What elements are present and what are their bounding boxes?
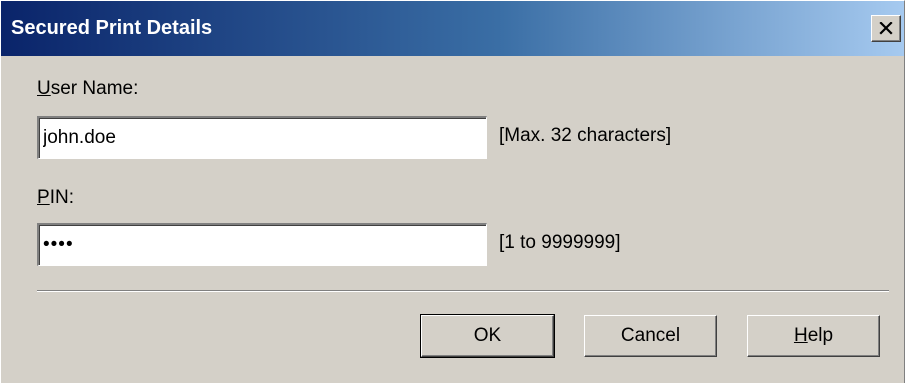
pin-field-frame (37, 223, 487, 266)
close-button[interactable] (871, 15, 901, 42)
ok-button[interactable]: OK (420, 314, 555, 358)
help-button[interactable]: Help (747, 315, 880, 357)
pin-hint: [1 to 9999999] (499, 232, 621, 253)
pin-input[interactable] (39, 225, 486, 265)
help-button-text: elp (807, 325, 834, 346)
user-name-hint: [Max. 32 characters] (499, 125, 672, 146)
separator (37, 290, 889, 292)
user-name-input[interactable] (39, 118, 486, 158)
title-bar[interactable]: Secured Print Details (1, 1, 904, 56)
secured-print-details-dialog: Secured Print Details User Name: [Max. 3… (0, 0, 905, 383)
window-title: Secured Print Details (11, 17, 213, 39)
pin-label: PIN: (37, 187, 74, 209)
user-name-label-accelerator: U (37, 78, 51, 99)
user-name-label-text: ser Name: (50, 78, 139, 99)
pin-label-text: IN: (49, 187, 74, 208)
pin-label-accelerator: P (37, 187, 50, 208)
cancel-button[interactable]: Cancel (584, 315, 717, 357)
help-button-accelerator: H (793, 325, 808, 346)
close-icon (879, 22, 893, 35)
user-name-label: User Name: (37, 78, 138, 100)
user-name-field-frame (37, 116, 487, 159)
